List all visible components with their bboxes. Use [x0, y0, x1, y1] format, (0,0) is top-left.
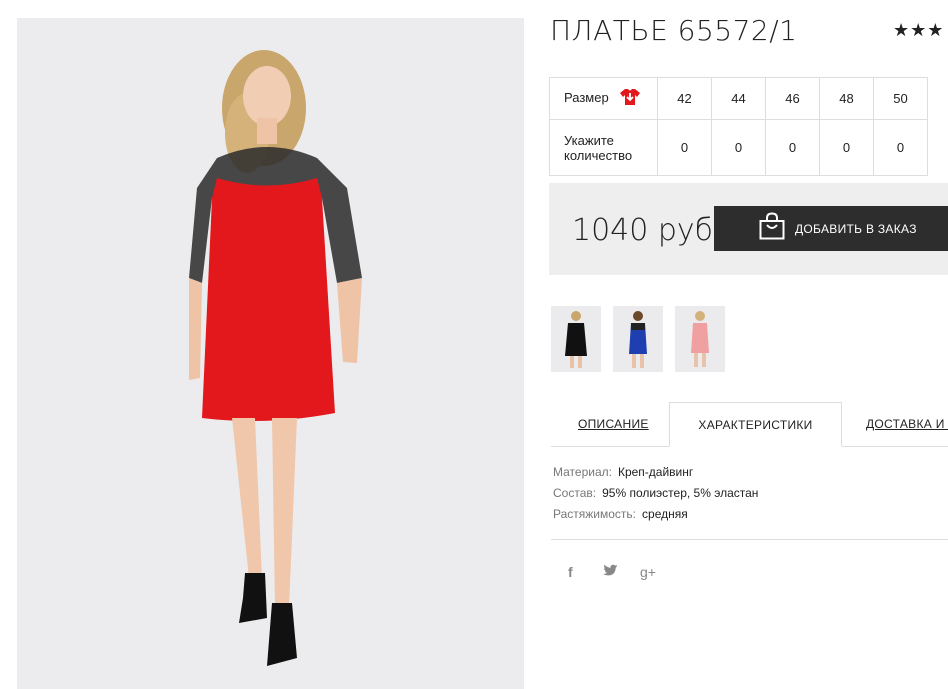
- price-panel: 1040 руб ДОБАВИТЬ В ЗАКАЗ: [549, 183, 948, 275]
- thumbnail-pink-dress[interactable]: [675, 306, 725, 372]
- thumbnail-black-dress[interactable]: [551, 306, 601, 372]
- size-cell-44: 44: [711, 77, 766, 120]
- tab-characteristics[interactable]: ХАРАКТЕРИСТИКИ: [669, 402, 842, 447]
- size-cell-50: 50: [873, 77, 928, 120]
- tab-description-label: ОПИСАНИЕ: [578, 417, 649, 431]
- quantity-input-44[interactable]: 0: [711, 119, 766, 176]
- quantity-label-line2: количество: [564, 147, 633, 163]
- tab-characteristics-label: ХАРАКТЕРИСТИКИ: [698, 418, 813, 432]
- product-main-image[interactable]: [17, 18, 524, 689]
- size-label: Размер: [564, 89, 609, 105]
- twitter-icon[interactable]: [602, 564, 618, 581]
- characteristics-list: Материал: Креп-дайвинг Состав: 95% полиэст…: [553, 462, 758, 525]
- quantity-label-cell: Укажите количество: [549, 119, 658, 176]
- quantity-input-50[interactable]: 0: [873, 119, 928, 176]
- quantity-input-48[interactable]: 0: [819, 119, 874, 176]
- product-title: ПЛАТЬЕ 65572/1: [550, 14, 798, 47]
- size-row: Размер 42 44 46 48 50: [549, 77, 928, 120]
- add-to-order-button[interactable]: ДОБАВИТЬ В ЗАКАЗ: [714, 206, 948, 251]
- quantity-input-46[interactable]: 0: [765, 119, 820, 176]
- spec-row: Состав: 95% полиэстер, 5% эластан: [553, 483, 758, 504]
- size-label-cell: Размер: [549, 77, 658, 120]
- size-quantity-table: Размер 42 44 46 48 50 Укажите количество…: [549, 77, 928, 176]
- spec-value: средняя: [642, 507, 688, 521]
- thumbnail-blue-dress[interactable]: [613, 306, 663, 372]
- size-cell-42: 42: [657, 77, 712, 120]
- facebook-icon[interactable]: f: [568, 564, 573, 580]
- shopping-bag-icon: [759, 212, 785, 245]
- spec-key: Растяжимость:: [553, 507, 637, 521]
- spec-row: Растяжимость: средняя: [553, 504, 758, 525]
- size-cell-46: 46: [765, 77, 820, 120]
- size-chart-icon[interactable]: [620, 88, 641, 109]
- thumbnail-pink-image: [675, 306, 725, 372]
- dress-photo-illustration: [17, 18, 524, 689]
- spec-key: Материал:: [553, 465, 612, 479]
- quantity-input-42[interactable]: 0: [657, 119, 712, 176]
- tab-delivery-label: ДОСТАВКА И О: [866, 417, 948, 431]
- divider: [551, 539, 948, 540]
- quantity-row: Укажите количество 0 0 0 0 0: [549, 119, 928, 176]
- spec-value: 95% полиэстер, 5% эластан: [602, 486, 759, 500]
- product-tabs: ОПИСАНИЕ ХАРАКТЕРИСТИКИ ДОСТАВКА И О: [551, 402, 948, 447]
- thumbnail-black-image: [551, 306, 601, 372]
- rating-stars-icon[interactable]: ★★★: [893, 20, 944, 41]
- thumbnail-blue-image: [613, 306, 663, 372]
- price: 1040 руб: [572, 213, 714, 248]
- quantity-label-line1: Укажите: [564, 132, 614, 148]
- tab-delivery[interactable]: ДОСТАВКА И О: [866, 402, 948, 446]
- tab-description[interactable]: ОПИСАНИЕ: [578, 402, 649, 446]
- size-cell-48: 48: [819, 77, 874, 120]
- spec-value: Креп-дайвинг: [617, 465, 694, 479]
- spec-row: Материал: Креп-дайвинг: [553, 462, 758, 483]
- spec-key: Состав:: [553, 486, 597, 500]
- add-to-order-label: ДОБАВИТЬ В ЗАКАЗ: [795, 221, 917, 236]
- google-plus-icon[interactable]: g+: [640, 564, 656, 580]
